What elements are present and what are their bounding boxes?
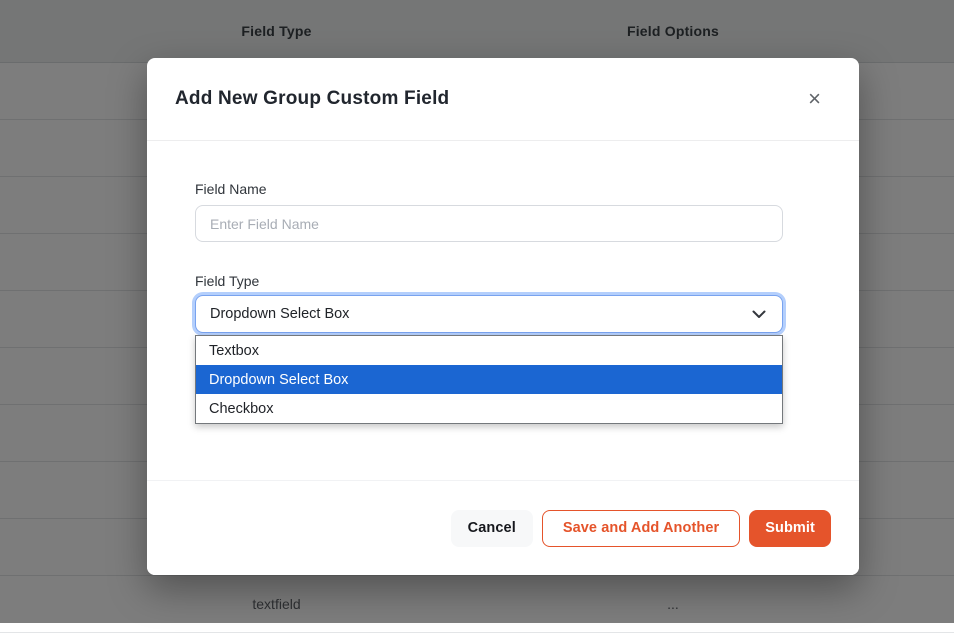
select-value: Dropdown Select Box: [210, 306, 349, 322]
field-type-select-wrap: Dropdown Select Box Textbox Dropdown Sel…: [195, 295, 783, 333]
close-icon[interactable]: ×: [802, 86, 827, 112]
screen: { "background": { "table": { "headers": …: [0, 0, 954, 623]
cancel-button[interactable]: Cancel: [451, 510, 533, 547]
option-dropdown-select-box[interactable]: Dropdown Select Box: [196, 365, 782, 394]
chevron-down-icon: [752, 310, 766, 319]
option-checkbox[interactable]: Checkbox: [196, 394, 782, 423]
modal-body: Field Name Field Type Dropdown Select Bo…: [195, 141, 783, 333]
modal-footer: Cancel Save and Add Another Submit: [147, 480, 859, 575]
modal-title: Add New Group Custom Field: [175, 88, 449, 110]
modal-header: Add New Group Custom Field ×: [147, 58, 859, 141]
field-name-input[interactable]: [195, 205, 783, 242]
field-type-options-list: Textbox Dropdown Select Box Checkbox: [195, 335, 783, 424]
submit-button[interactable]: Submit: [749, 510, 831, 547]
option-textbox[interactable]: Textbox: [196, 336, 782, 365]
field-type-select[interactable]: Dropdown Select Box: [195, 295, 783, 333]
field-type-label: Field Type: [195, 273, 783, 289]
save-and-add-another-button[interactable]: Save and Add Another: [542, 510, 740, 547]
field-name-label: Field Name: [195, 181, 783, 197]
add-field-modal: Add New Group Custom Field × Field Name …: [147, 58, 859, 575]
